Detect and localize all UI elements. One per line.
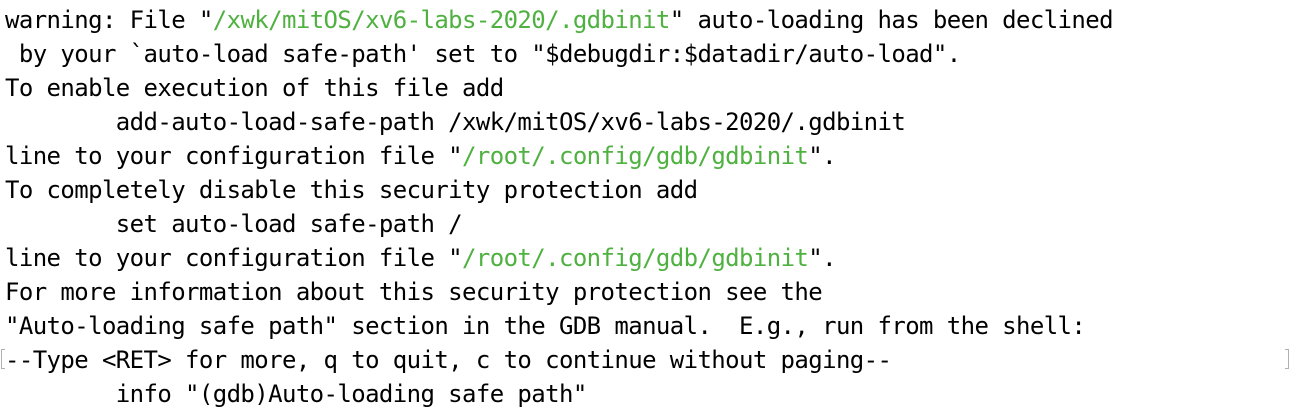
terminal-line-5: line to your configuration file "/root/.…	[5, 142, 837, 170]
gdbinit-path: /xwk/mitOS/xv6-labs-2020/.gdbinit	[212, 6, 671, 34]
terminal-window[interactable]: warning: File "/xwk/mitOS/xv6-labs-2020/…	[0, 0, 1290, 410]
terminal-line-4: add-auto-load-safe-path /xwk/mitOS/xv6-l…	[5, 108, 906, 136]
selection-bracket-left-icon	[1, 349, 5, 369]
terminal-line-1: warning: File "/xwk/mitOS/xv6-labs-2020/…	[5, 6, 1114, 34]
terminal-line-9: For more information about this security…	[5, 278, 823, 306]
terminal-line-10: "Auto-loading safe path" section in the …	[5, 312, 1086, 340]
terminal-line-12: info "(gdb)Auto-loading safe path"	[5, 380, 587, 408]
selection-bracket-right-icon	[1285, 349, 1289, 369]
terminal-line-7: set auto-load safe-path /	[5, 210, 463, 238]
terminal-line-8: line to your configuration file "/root/.…	[5, 244, 837, 272]
config-path: /root/.config/gdb/gdbinit	[462, 244, 809, 272]
config-path: /root/.config/gdb/gdbinit	[462, 142, 809, 170]
pager-prompt-line[interactable]: --Type <RET> for more, q to quit, c to c…	[5, 343, 892, 377]
terminal-line-3: To enable execution of this file add	[5, 74, 504, 102]
terminal-line-2: by your `auto-load safe-path' set to "$d…	[5, 40, 961, 68]
terminal-line-6: To completely disable this security prot…	[5, 176, 698, 204]
